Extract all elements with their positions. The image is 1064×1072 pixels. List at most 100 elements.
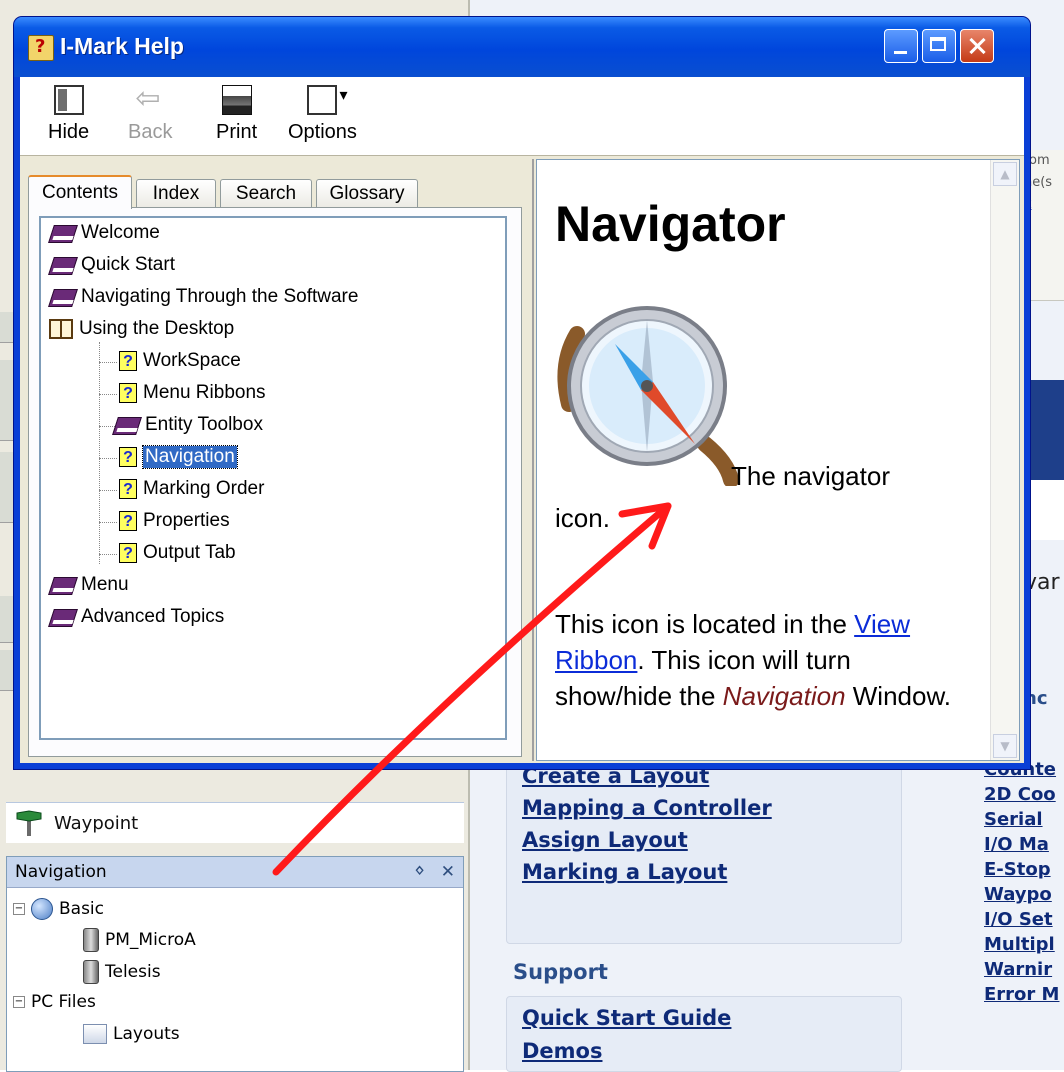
tree-item-properties[interactable]: ? Properties [119, 510, 230, 532]
navigation-panel-title: Navigation [15, 862, 107, 882]
support-heading: Support [513, 960, 608, 984]
caption-text-2: icon. [555, 503, 610, 533]
close-icon[interactable]: ✕ [441, 862, 455, 882]
right-link[interactable]: E-Stop [984, 857, 1064, 882]
para-text: Window. [845, 681, 952, 711]
waypoint-icon [16, 810, 42, 836]
right-link[interactable]: Waypo [984, 882, 1064, 907]
back-button[interactable]: Back [128, 81, 172, 144]
contents-tab-body: Welcome Quick Start Navigating Through t… [28, 207, 522, 757]
tree-item-entity-toolbox[interactable]: Entity Toolbox [113, 414, 263, 436]
topic-paragraph: This icon is located in the View Ribbon.… [555, 606, 975, 714]
pin-icon[interactable]: ᛜ [415, 862, 425, 882]
tree-item-advanced-topics[interactable]: Advanced Topics [49, 606, 224, 628]
tree-connector [99, 554, 117, 555]
tree-item-workspace[interactable]: ? WorkSpace [119, 350, 241, 372]
options-icon [307, 85, 347, 115]
waypoint-toolbox-item[interactable]: Waypoint [6, 802, 464, 843]
tree-item-label: Navigating Through the Software [81, 286, 359, 307]
hide-button[interactable]: Hide [48, 85, 89, 144]
link-quick-start-guide[interactable]: Quick Start Guide [522, 1002, 731, 1035]
caption-text-1: The navigator [731, 461, 890, 491]
print-label: Print [216, 121, 258, 143]
tree-node-label: PC Files [31, 992, 96, 1012]
tree-node-basic[interactable]: − Basic [13, 898, 104, 920]
tab-index[interactable]: Index [136, 179, 216, 207]
tree-item-menu[interactable]: Menu [49, 574, 129, 596]
minimize-button[interactable] [884, 29, 918, 63]
tree-item-welcome[interactable]: Welcome [49, 222, 160, 244]
tree-node-layouts[interactable]: Layouts [83, 1024, 180, 1044]
para-text: This icon is located in the [555, 609, 855, 639]
tree-connector [99, 522, 117, 523]
tree-item-label: Menu Ribbons [143, 382, 266, 403]
hide-icon [53, 85, 84, 115]
tree-item-label: Quick Start [81, 254, 175, 275]
right-link[interactable]: 2D Coo [984, 782, 1064, 807]
tree-item-label: Properties [143, 510, 230, 531]
tree-item-navigation[interactable]: ? Navigation [119, 445, 238, 469]
right-link[interactable]: Warnir [984, 957, 1064, 982]
tab-contents[interactable]: Contents [28, 175, 132, 209]
navigation-panel-header: Navigation ᛜ ✕ [7, 857, 463, 888]
open-book-icon [49, 319, 73, 339]
layouts-icon [83, 1024, 107, 1044]
right-link[interactable]: Error M [984, 982, 1064, 1007]
right-link[interactable]: Serial [984, 807, 1064, 832]
tree-node-telesis[interactable]: Telesis [83, 960, 161, 984]
right-link[interactable]: I/O Ma [984, 832, 1064, 857]
tree-connector [99, 362, 117, 363]
tree-item-using-desktop[interactable]: Using the Desktop [49, 318, 234, 340]
book-icon [49, 255, 75, 275]
tree-connector [99, 458, 117, 459]
right-link[interactable]: I/O Set [984, 907, 1064, 932]
help-topic-icon: ? [119, 511, 137, 531]
close-button[interactable] [960, 29, 994, 63]
book-icon [113, 415, 139, 435]
collapse-icon[interactable]: − [13, 996, 25, 1008]
maximize-button[interactable] [922, 29, 956, 63]
link-mapping-controller[interactable]: Mapping a Controller [522, 792, 772, 824]
collapse-icon[interactable]: − [13, 903, 25, 915]
tree-item-label: Menu [81, 574, 129, 595]
right-link[interactable]: Multipl [984, 932, 1064, 957]
left-strip [0, 650, 14, 691]
tree-item-navigating[interactable]: Navigating Through the Software [49, 286, 358, 308]
tree-item-label: Marking Order [143, 478, 265, 499]
getting-started-links: Create a Layout Mapping a Controller Ass… [522, 760, 772, 888]
back-arrow-icon [135, 81, 165, 116]
tab-search[interactable]: Search [220, 179, 312, 207]
window-title: I-Mark Help [60, 33, 184, 59]
navigation-term: Navigation [722, 681, 846, 711]
tree-item-output-tab[interactable]: ? Output Tab [119, 542, 236, 564]
background-right-link-list: e a Counte 2D Coo Serial I/O Ma E-Stop W… [984, 732, 1064, 1007]
tab-glossary[interactable]: Glossary [316, 179, 418, 207]
topic-content: Navigator The navigator icon. This icon … [555, 194, 975, 711]
tree-item-marking-order[interactable]: ? Marking Order [119, 478, 264, 500]
tree-node-pc-files[interactable]: − PC Files [13, 992, 96, 1012]
scroll-down-button[interactable]: ▼ [993, 734, 1017, 758]
title-bar[interactable]: ? I-Mark Help [14, 17, 1030, 77]
help-topic-icon: ? [119, 351, 137, 371]
navigator-compass-icon [555, 294, 741, 488]
link-marking-layout[interactable]: Marking a Layout [522, 856, 772, 888]
book-icon [49, 607, 75, 627]
scroll-up-button[interactable]: ▲ [993, 162, 1017, 186]
tree-item-menu-ribbons[interactable]: ? Menu Ribbons [119, 382, 266, 404]
tree-item-label: Navigation [142, 445, 238, 469]
vertical-scrollbar[interactable]: ▲ ▼ [990, 160, 1019, 760]
topic-heading: Navigator [555, 196, 786, 252]
print-button[interactable]: Print [216, 85, 257, 144]
tree-item-quick-start[interactable]: Quick Start [49, 254, 175, 276]
help-topic-icon: ? [119, 447, 137, 467]
options-button[interactable]: Options [288, 85, 357, 144]
navigation-panel: Navigation ᛜ ✕ − Basic PM_MicroA Telesis… [6, 856, 464, 1072]
tree-node-pm-micro[interactable]: PM_MicroA [83, 928, 196, 952]
tree-item-label: Using the Desktop [79, 318, 235, 339]
hide-label: Hide [48, 121, 90, 143]
help-topic-icon: ? [119, 479, 137, 499]
link-demos[interactable]: Demos [522, 1035, 731, 1068]
navigation-pane: Contents Index Search Glossary Welcome Q… [24, 159, 534, 761]
link-assign-layout[interactable]: Assign Layout [522, 824, 772, 856]
help-app-icon: ? [28, 35, 54, 61]
